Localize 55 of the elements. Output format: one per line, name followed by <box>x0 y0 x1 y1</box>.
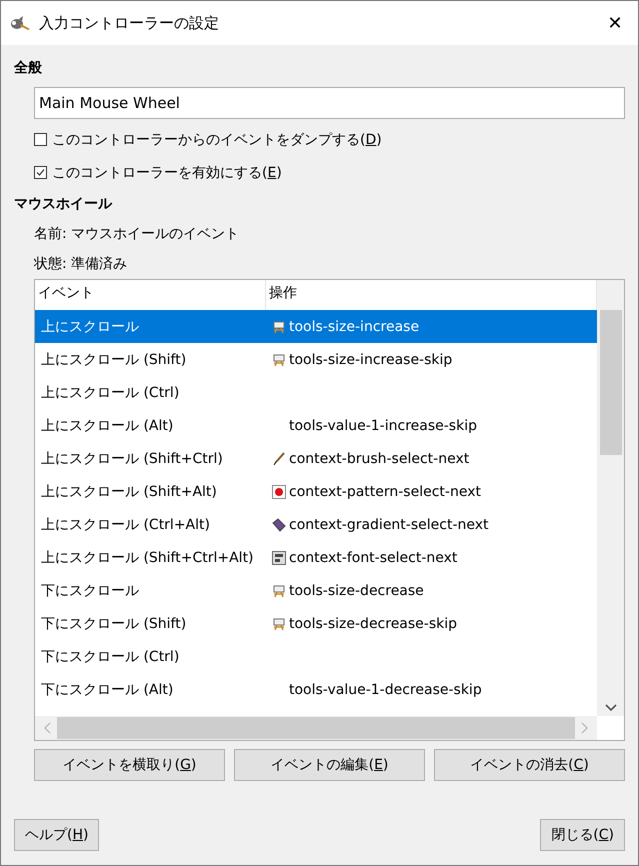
window-title: 入力コントローラーの設定 <box>39 14 220 32</box>
action-cell: context-brush-select-next <box>266 450 597 466</box>
scroll-thumb[interactable] <box>600 310 622 455</box>
event-button[interactable]: イベントを横取り(G) <box>34 749 225 781</box>
section-heading: 全般 <box>14 59 43 77</box>
brush-icon <box>272 452 286 466</box>
app-icon <box>9 15 31 31</box>
pattern-icon <box>272 484 286 498</box>
scroll-down-icon[interactable] <box>604 704 616 712</box>
event-button[interactable]: イベントの消去(C) <box>434 749 625 781</box>
action-cell-text: tools-value-1-increase-skip <box>288 418 478 434</box>
name-text: 名前: マウスホイールのイベント <box>34 225 240 244</box>
event-cell-text: 上にスクロール (Ctrl) <box>40 384 180 402</box>
event-cell-text: 下にスクロール (Alt) <box>40 680 174 698</box>
event-cell-text: 上にスクロール (Shift+Ctrl) <box>40 450 224 468</box>
checkbox-label[interactable]: このコントローラーを有効にする(E) <box>52 164 282 182</box>
checkbox-label[interactable]: このコントローラーからのイベントをダンプする(D) <box>52 130 382 148</box>
action-cell: tools-size-decrease <box>266 582 597 598</box>
help-button[interactable]: ヘルプ(H) <box>14 819 100 851</box>
checkbox[interactable] <box>34 133 47 146</box>
scroll-left-icon[interactable] <box>43 722 53 734</box>
event-cell-text: 上にスクロール (Shift+Ctrl+Alt) <box>40 548 255 566</box>
horizontal-scrollbar[interactable] <box>35 716 597 740</box>
event-button[interactable]: イベントの編集(E) <box>234 749 425 781</box>
action-cell-text: tools-value-1-decrease-skip <box>288 682 483 698</box>
font-icon <box>272 550 286 564</box>
event-cell-text: 上にスクロール (Alt) <box>40 416 174 434</box>
event-cell-text: 上にスクロール (Shift+Alt) <box>40 482 218 500</box>
scroll-thumb[interactable] <box>57 717 575 739</box>
action-cell: context-font-select-next <box>266 550 597 566</box>
action-cell: context-pattern-select-next <box>266 484 597 500</box>
event-row[interactable]: 上にスクロール tools-size-increase <box>35 310 597 343</box>
event-cell-text: 下にスクロール (Shift) <box>40 614 188 632</box>
action-cell: tools-size-increase <box>266 318 597 334</box>
vertical-scrollbar[interactable] <box>597 280 624 716</box>
easel-icon <box>272 616 286 630</box>
section-heading: マウスホイール <box>14 195 114 213</box>
easel-icon <box>272 584 286 598</box>
event-cell-text: 下にスクロール (Ctrl) <box>40 648 180 666</box>
event-cell-text: 上にスクロール <box>40 318 140 336</box>
name-field[interactable]: Main Mouse Wheel <box>34 87 625 119</box>
close-button[interactable]: 閉じる(C) <box>540 819 625 851</box>
easel-icon <box>272 352 286 366</box>
action-cell: tools-size-increase-skip <box>266 352 597 368</box>
gradient-icon <box>272 518 286 532</box>
scroll-right-icon[interactable] <box>579 722 589 734</box>
checkbox[interactable] <box>34 166 47 179</box>
event-cell-text: 上にスクロール (Shift) <box>40 350 188 368</box>
easel-icon <box>272 320 286 334</box>
event-cell-text: 上にスクロール (Ctrl+Alt) <box>40 516 211 534</box>
action-cell: tools-size-decrease-skip <box>266 616 597 632</box>
close-icon[interactable]: ✕ <box>592 12 638 34</box>
event-cell-text: 下にスクロール <box>40 582 140 600</box>
action-cell: context-gradient-select-next <box>266 516 597 532</box>
state-text: 状態: 準備済み <box>34 255 128 274</box>
